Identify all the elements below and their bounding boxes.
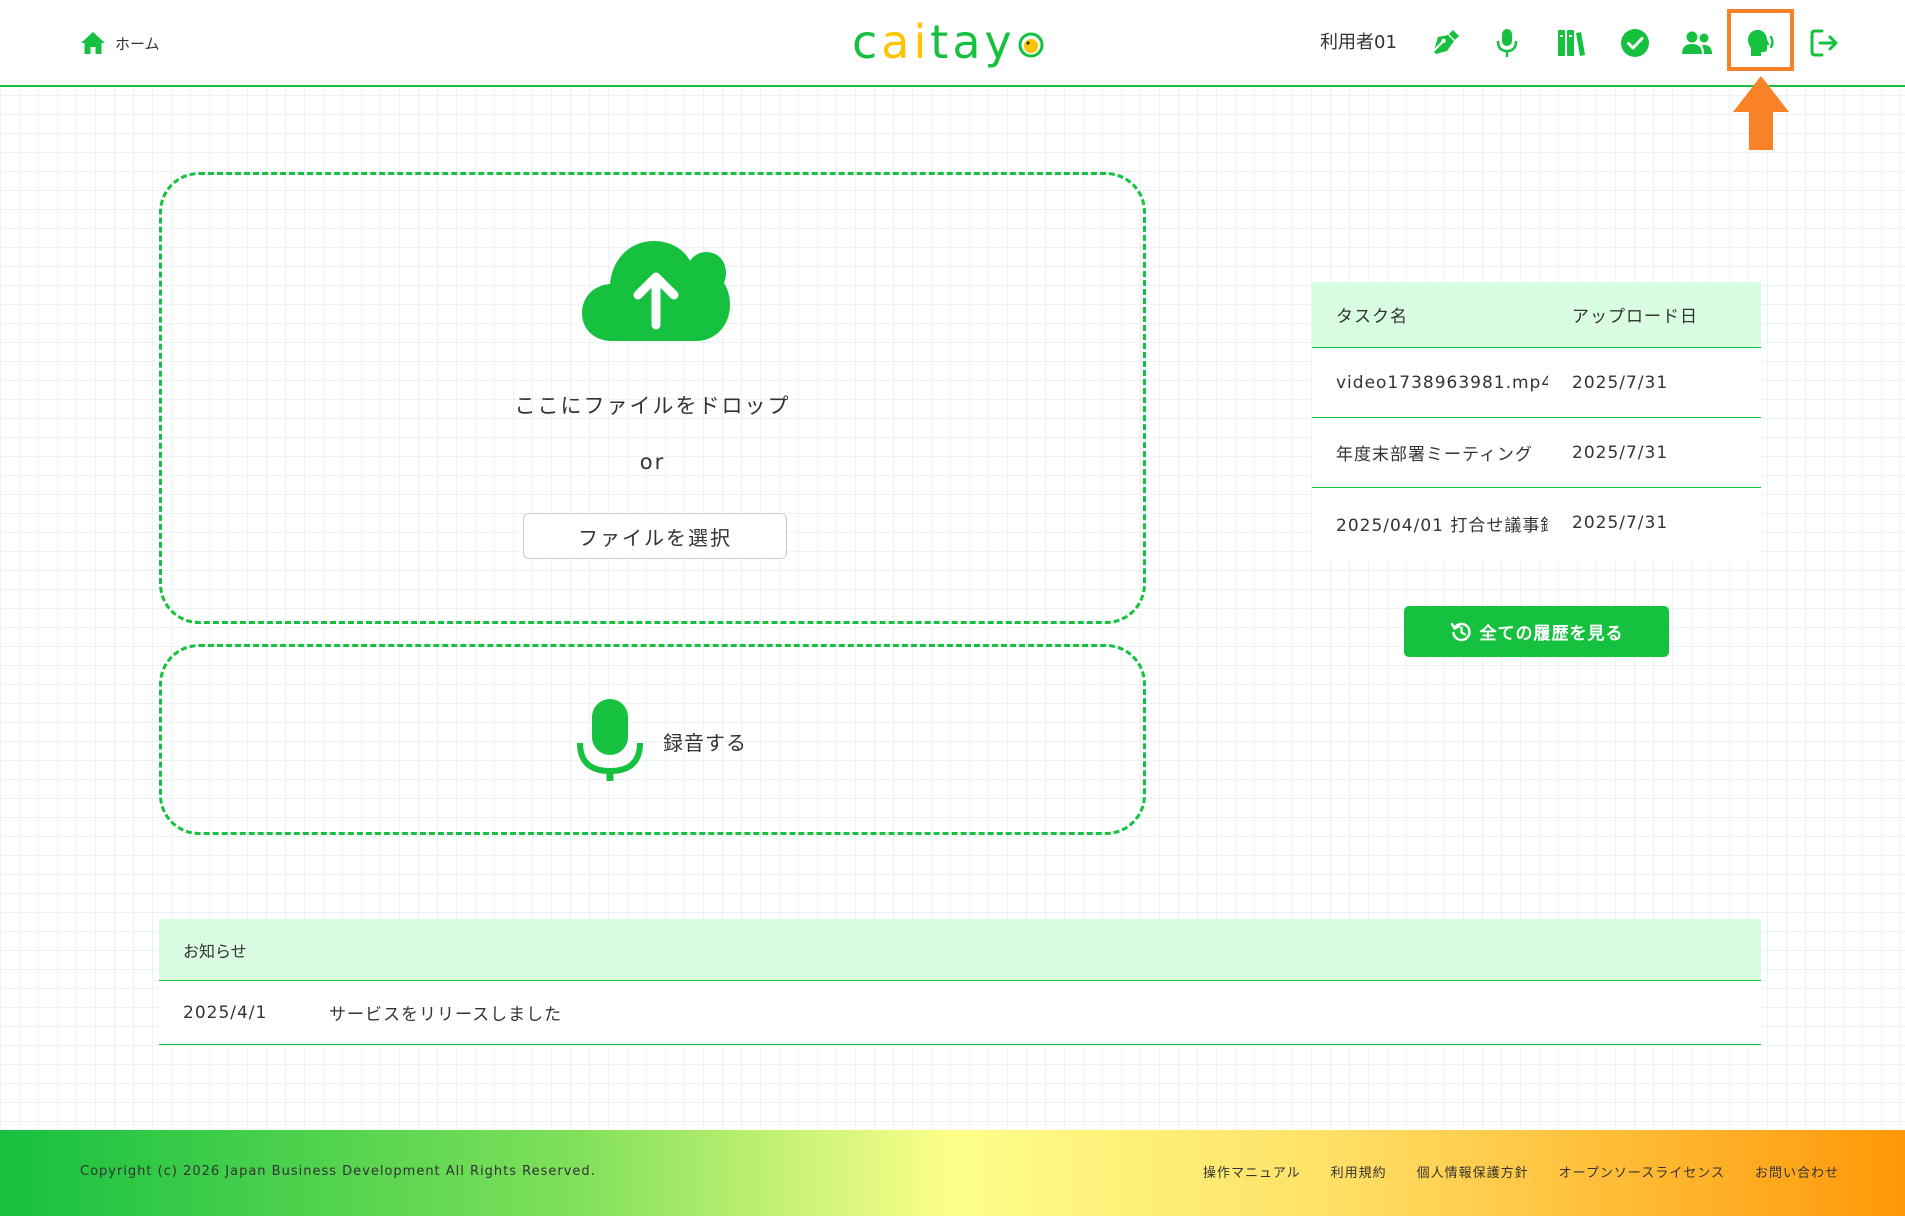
nav-speaker[interactable]: [1740, 22, 1782, 64]
footer-link-privacy[interactable]: 個人情報保護方針: [1417, 1162, 1529, 1181]
footer-link-terms[interactable]: 利用規約: [1331, 1162, 1387, 1181]
task-date: 2025/7/31: [1572, 442, 1669, 463]
nav-tasks-done[interactable]: [1614, 22, 1656, 64]
pen-icon: [1434, 30, 1459, 54]
drop-instruction: ここにファイルをドロップ: [514, 394, 791, 418]
news-item[interactable]: 2025/4/1 サービスをリリースしました: [159, 981, 1761, 1045]
history-icon: [1450, 622, 1471, 641]
news-date: 2025/4/1: [183, 1002, 268, 1023]
speaker-head-icon: [1748, 30, 1774, 56]
task-name[interactable]: 年度末部署ミーティング: [1336, 440, 1548, 465]
column-header-upload-date: アップロード日: [1572, 307, 1698, 327]
copyright: Copyright (c) 2026 Japan Business Develo…: [80, 1164, 596, 1179]
header: ホーム caitay 利用者01: [0, 0, 1905, 87]
footer-link-manual[interactable]: 操作マニュアル: [1203, 1162, 1301, 1181]
logo-letter: t: [930, 15, 953, 69]
annotation-arrow-icon: [1733, 76, 1789, 150]
mic-icon: [1496, 29, 1518, 57]
news-text: サービスをリリースしました: [329, 1005, 563, 1025]
footer-link-oss-license[interactable]: オープンソースライセンス: [1559, 1162, 1725, 1181]
user-name: 利用者01: [1320, 32, 1397, 53]
logo[interactable]: caitay: [852, 14, 1044, 70]
home-label: ホーム: [115, 34, 160, 53]
file-drop-zone[interactable]: ここにファイルをドロップ or ファイルを選択: [159, 172, 1146, 624]
logo-letter: c: [852, 15, 882, 69]
home-icon: [81, 32, 105, 54]
select-file-button[interactable]: ファイルを選択: [523, 513, 787, 559]
books-icon: [1558, 30, 1585, 56]
nav-record[interactable]: [1486, 22, 1528, 64]
check-circle-icon: [1621, 29, 1649, 57]
record-zone[interactable]: 録音する: [159, 644, 1146, 835]
logo-letter: a: [881, 15, 914, 69]
view-all-history-button[interactable]: 全ての履歴を見る: [1404, 606, 1669, 657]
logo-letter: i: [913, 15, 931, 69]
nav-edit[interactable]: [1425, 22, 1467, 64]
table-header: タスク名 アップロード日: [1312, 282, 1761, 348]
nav-logout[interactable]: [1804, 22, 1846, 64]
cloud-upload-icon: [582, 241, 730, 341]
task-name[interactable]: 2025/04/01 打合せ議事録: [1336, 511, 1548, 536]
logo-letter: y: [984, 15, 1016, 69]
history-button-label: 全ての履歴を見る: [1479, 624, 1624, 644]
task-date: 2025/7/31: [1572, 372, 1669, 393]
nav-library[interactable]: [1550, 22, 1592, 64]
table-row[interactable]: 年度末部署ミーティング 2025/7/31: [1312, 418, 1761, 488]
or-separator: or: [639, 450, 666, 474]
footer-links: 操作マニュアル 利用規約 個人情報保護方針 オープンソースライセンス お問い合わ…: [1203, 1162, 1839, 1181]
logo-letter: a: [952, 15, 985, 69]
footer: Copyright (c) 2026 Japan Business Develo…: [0, 1130, 1905, 1216]
news-section: お知らせ 2025/4/1 サービスをリリースしました: [159, 919, 1761, 1045]
table-row[interactable]: video1738963981.mp4 2025/7/31: [1312, 348, 1761, 418]
column-header-task-name: タスク名: [1336, 307, 1408, 327]
record-label: 録音する: [663, 731, 747, 755]
users-icon: [1682, 31, 1712, 54]
nav-users[interactable]: [1676, 22, 1718, 64]
table-row[interactable]: 2025/04/01 打合せ議事録 2025/7/31: [1312, 488, 1761, 558]
logo-bird-icon: [1018, 32, 1044, 58]
task-date: 2025/7/31: [1572, 513, 1669, 533]
task-name[interactable]: video1738963981.mp4: [1336, 373, 1548, 393]
logout-icon: [1810, 29, 1838, 57]
news-header: お知らせ: [159, 919, 1761, 981]
footer-link-contact[interactable]: お問い合わせ: [1755, 1162, 1839, 1181]
home-link[interactable]: ホーム: [79, 28, 160, 58]
mic-icon: [577, 699, 643, 781]
recent-tasks-table: タスク名 アップロード日 video1738963981.mp4 2025/7/…: [1312, 282, 1761, 558]
